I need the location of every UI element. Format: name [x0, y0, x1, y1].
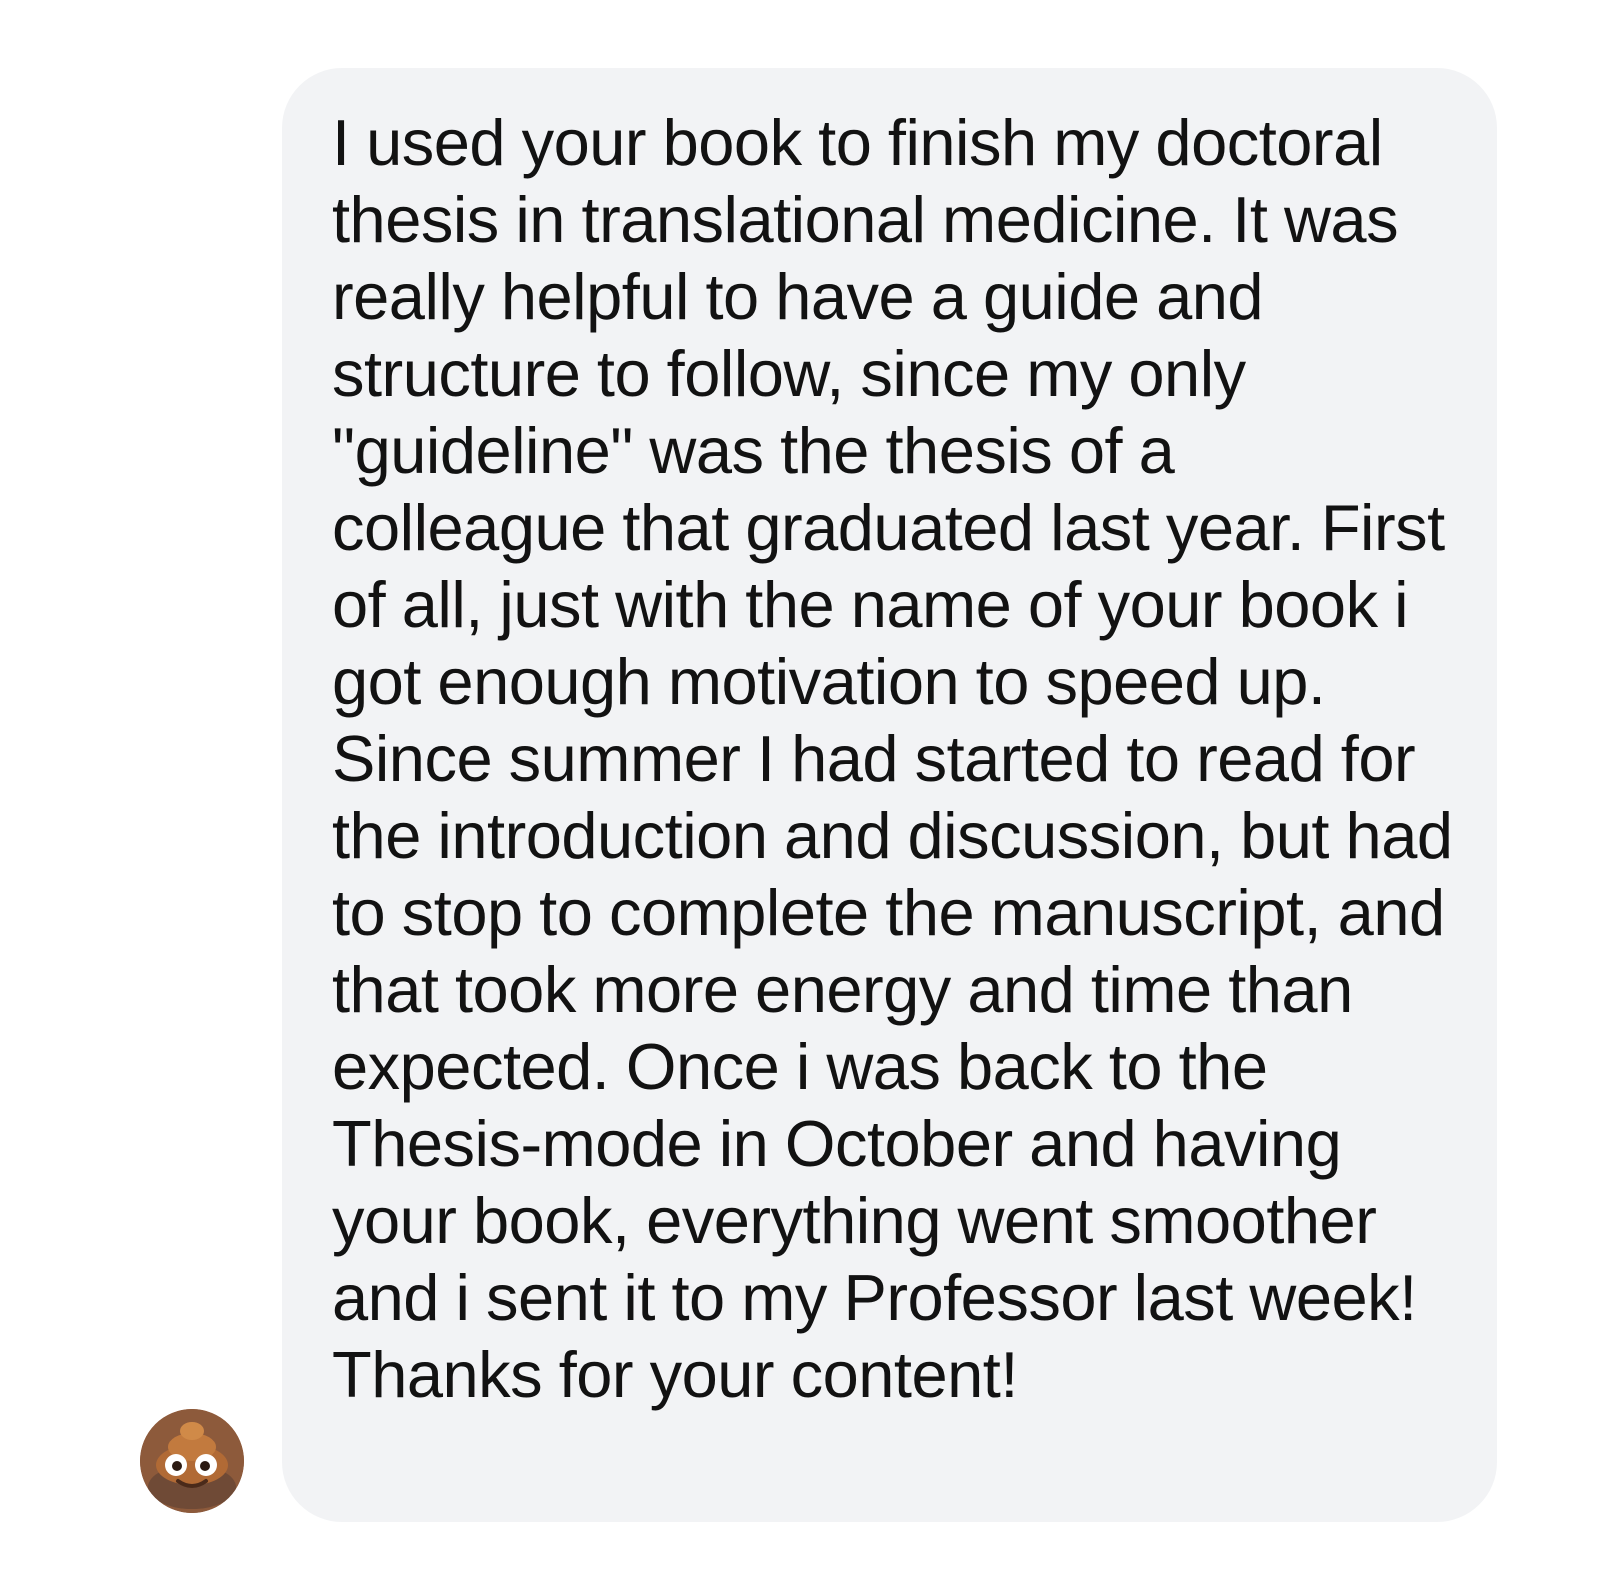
- chat-message-row: I used your book to finish my doctoral t…: [0, 0, 1620, 1577]
- emoji-avatar-icon: [140, 1409, 244, 1513]
- message-bubble[interactable]: I used your book to finish my doctoral t…: [282, 68, 1497, 1522]
- message-text: I used your book to finish my doctoral t…: [332, 106, 1453, 1411]
- sender-avatar[interactable]: [140, 1409, 244, 1513]
